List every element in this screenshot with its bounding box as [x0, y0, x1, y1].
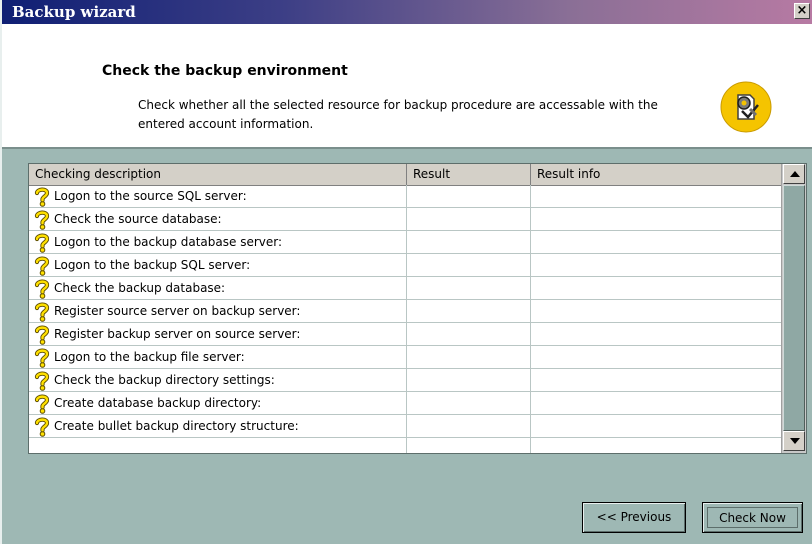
cell-result-info — [531, 185, 781, 207]
arrow-up-icon — [790, 171, 800, 177]
table-row[interactable]: Logon to the backup database server: — [29, 231, 781, 254]
table-row[interactable]: Register backup server on source server: — [29, 323, 781, 346]
cell-result — [407, 231, 531, 253]
cell-result — [407, 392, 531, 414]
cell-description: Logon to the source SQL server: — [29, 185, 407, 207]
previous-button-label: << Previous — [596, 510, 672, 524]
cell-result — [407, 438, 531, 453]
cell-result — [407, 277, 531, 299]
table-row[interactable]: Create bullet backup directory structure… — [29, 415, 781, 438]
question-mark-icon — [33, 210, 51, 230]
page-description: Check whether all the selected resource … — [138, 98, 658, 131]
column-header-description[interactable]: Checking description — [29, 164, 407, 185]
cell-result — [407, 254, 531, 276]
table-row[interactable]: Check the backup directory settings: — [29, 369, 781, 392]
cell-result-info — [531, 369, 781, 391]
wizard-header: Check the backup environment Check wheth… — [2, 24, 812, 149]
vertical-scrollbar[interactable] — [781, 164, 806, 453]
title-bar[interactable]: Backup wizard × — [2, 0, 812, 24]
column-header-result-info[interactable]: Result info — [531, 164, 781, 185]
cell-description: Check the backup database: — [29, 277, 407, 299]
cell-description: Check the backup directory settings: — [29, 369, 407, 391]
cell-result-info — [531, 323, 781, 345]
window-title: Backup wizard — [12, 3, 136, 21]
check-description: Register backup server on source server: — [54, 327, 301, 341]
scroll-up-button[interactable] — [783, 164, 805, 184]
cell-result — [407, 369, 531, 391]
check-description: Logon to the backup file server: — [54, 350, 245, 364]
check-description: Logon to the backup SQL server: — [54, 258, 251, 272]
cell-result-info — [531, 300, 781, 322]
cell-description: Register backup server on source server: — [29, 323, 407, 345]
table-row[interactable]: Logon to the backup file server: — [29, 346, 781, 369]
cell-result — [407, 346, 531, 368]
checks-table[interactable]: Checking description Result Result info … — [28, 163, 807, 454]
table-row[interactable]: Logon to the source SQL server: — [29, 185, 781, 208]
cell-result-info — [531, 208, 781, 230]
cell-result — [407, 300, 531, 322]
cell-description: Logon to the backup file server: — [29, 346, 407, 368]
scroll-down-button[interactable] — [783, 431, 805, 451]
table-row[interactable]: Create database backup directory: — [29, 392, 781, 415]
cell-result-info — [531, 438, 781, 453]
question-mark-icon — [33, 187, 51, 207]
question-mark-icon — [33, 348, 51, 368]
check-now-button-label: Check Now — [719, 511, 786, 525]
cell-description: Register source server on backup server: — [29, 300, 407, 322]
check-description: Logon to the source SQL server: — [54, 189, 247, 203]
cell-result — [407, 415, 531, 437]
cell-result-info — [531, 415, 781, 437]
close-button[interactable]: × — [794, 3, 810, 19]
cell-description — [29, 438, 407, 453]
check-now-focus-rect: Check Now — [707, 507, 798, 528]
table-row[interactable]: Register source server on backup server: — [29, 300, 781, 323]
cell-result — [407, 323, 531, 345]
page-title: Check the backup environment — [102, 63, 348, 79]
cell-result-info — [531, 254, 781, 276]
check-description: Logon to the backup database server: — [54, 235, 283, 249]
cell-result-info — [531, 392, 781, 414]
table-row[interactable]: Logon to the backup SQL server: — [29, 254, 781, 277]
previous-button[interactable]: << Previous — [582, 502, 686, 533]
scroll-thumb[interactable] — [783, 185, 805, 431]
cell-description: Logon to the backup database server: — [29, 231, 407, 253]
check-description: Check the backup database: — [54, 281, 226, 295]
table-row[interactable] — [29, 438, 781, 453]
cell-result-info — [531, 346, 781, 368]
cell-result-info — [531, 231, 781, 253]
question-mark-icon — [33, 325, 51, 345]
question-mark-icon — [33, 279, 51, 299]
question-mark-icon — [33, 233, 51, 253]
check-description: Create database backup directory: — [54, 396, 262, 410]
cell-result — [407, 208, 531, 230]
check-description: Check the backup directory settings: — [54, 373, 275, 387]
table-row[interactable]: Check the backup database: — [29, 277, 781, 300]
question-mark-icon — [33, 417, 51, 437]
check-description: Create bullet backup directory structure… — [54, 419, 299, 433]
check-now-button[interactable]: Check Now — [702, 502, 803, 533]
question-mark-icon — [33, 302, 51, 322]
check-description: Register source server on backup server: — [54, 304, 301, 318]
wizard-gear-badge-icon — [720, 81, 772, 133]
table-header: Checking description Result Result info — [29, 164, 781, 186]
cell-description: Check the source database: — [29, 208, 407, 230]
question-mark-icon — [33, 394, 51, 414]
cell-description: Create bullet backup directory structure… — [29, 415, 407, 437]
cell-result — [407, 185, 531, 207]
check-description: Check the source database: — [54, 212, 222, 226]
table-row[interactable]: Check the source database: — [29, 208, 781, 231]
cell-description: Logon to the backup SQL server: — [29, 254, 407, 276]
question-mark-icon — [33, 256, 51, 276]
cell-description: Create database backup directory: — [29, 392, 407, 414]
column-header-result[interactable]: Result — [407, 164, 531, 185]
arrow-down-icon — [790, 438, 800, 444]
question-mark-icon — [33, 371, 51, 391]
backup-wizard-window: Backup wizard × Check the backup environ… — [0, 0, 812, 544]
cell-result-info — [531, 277, 781, 299]
